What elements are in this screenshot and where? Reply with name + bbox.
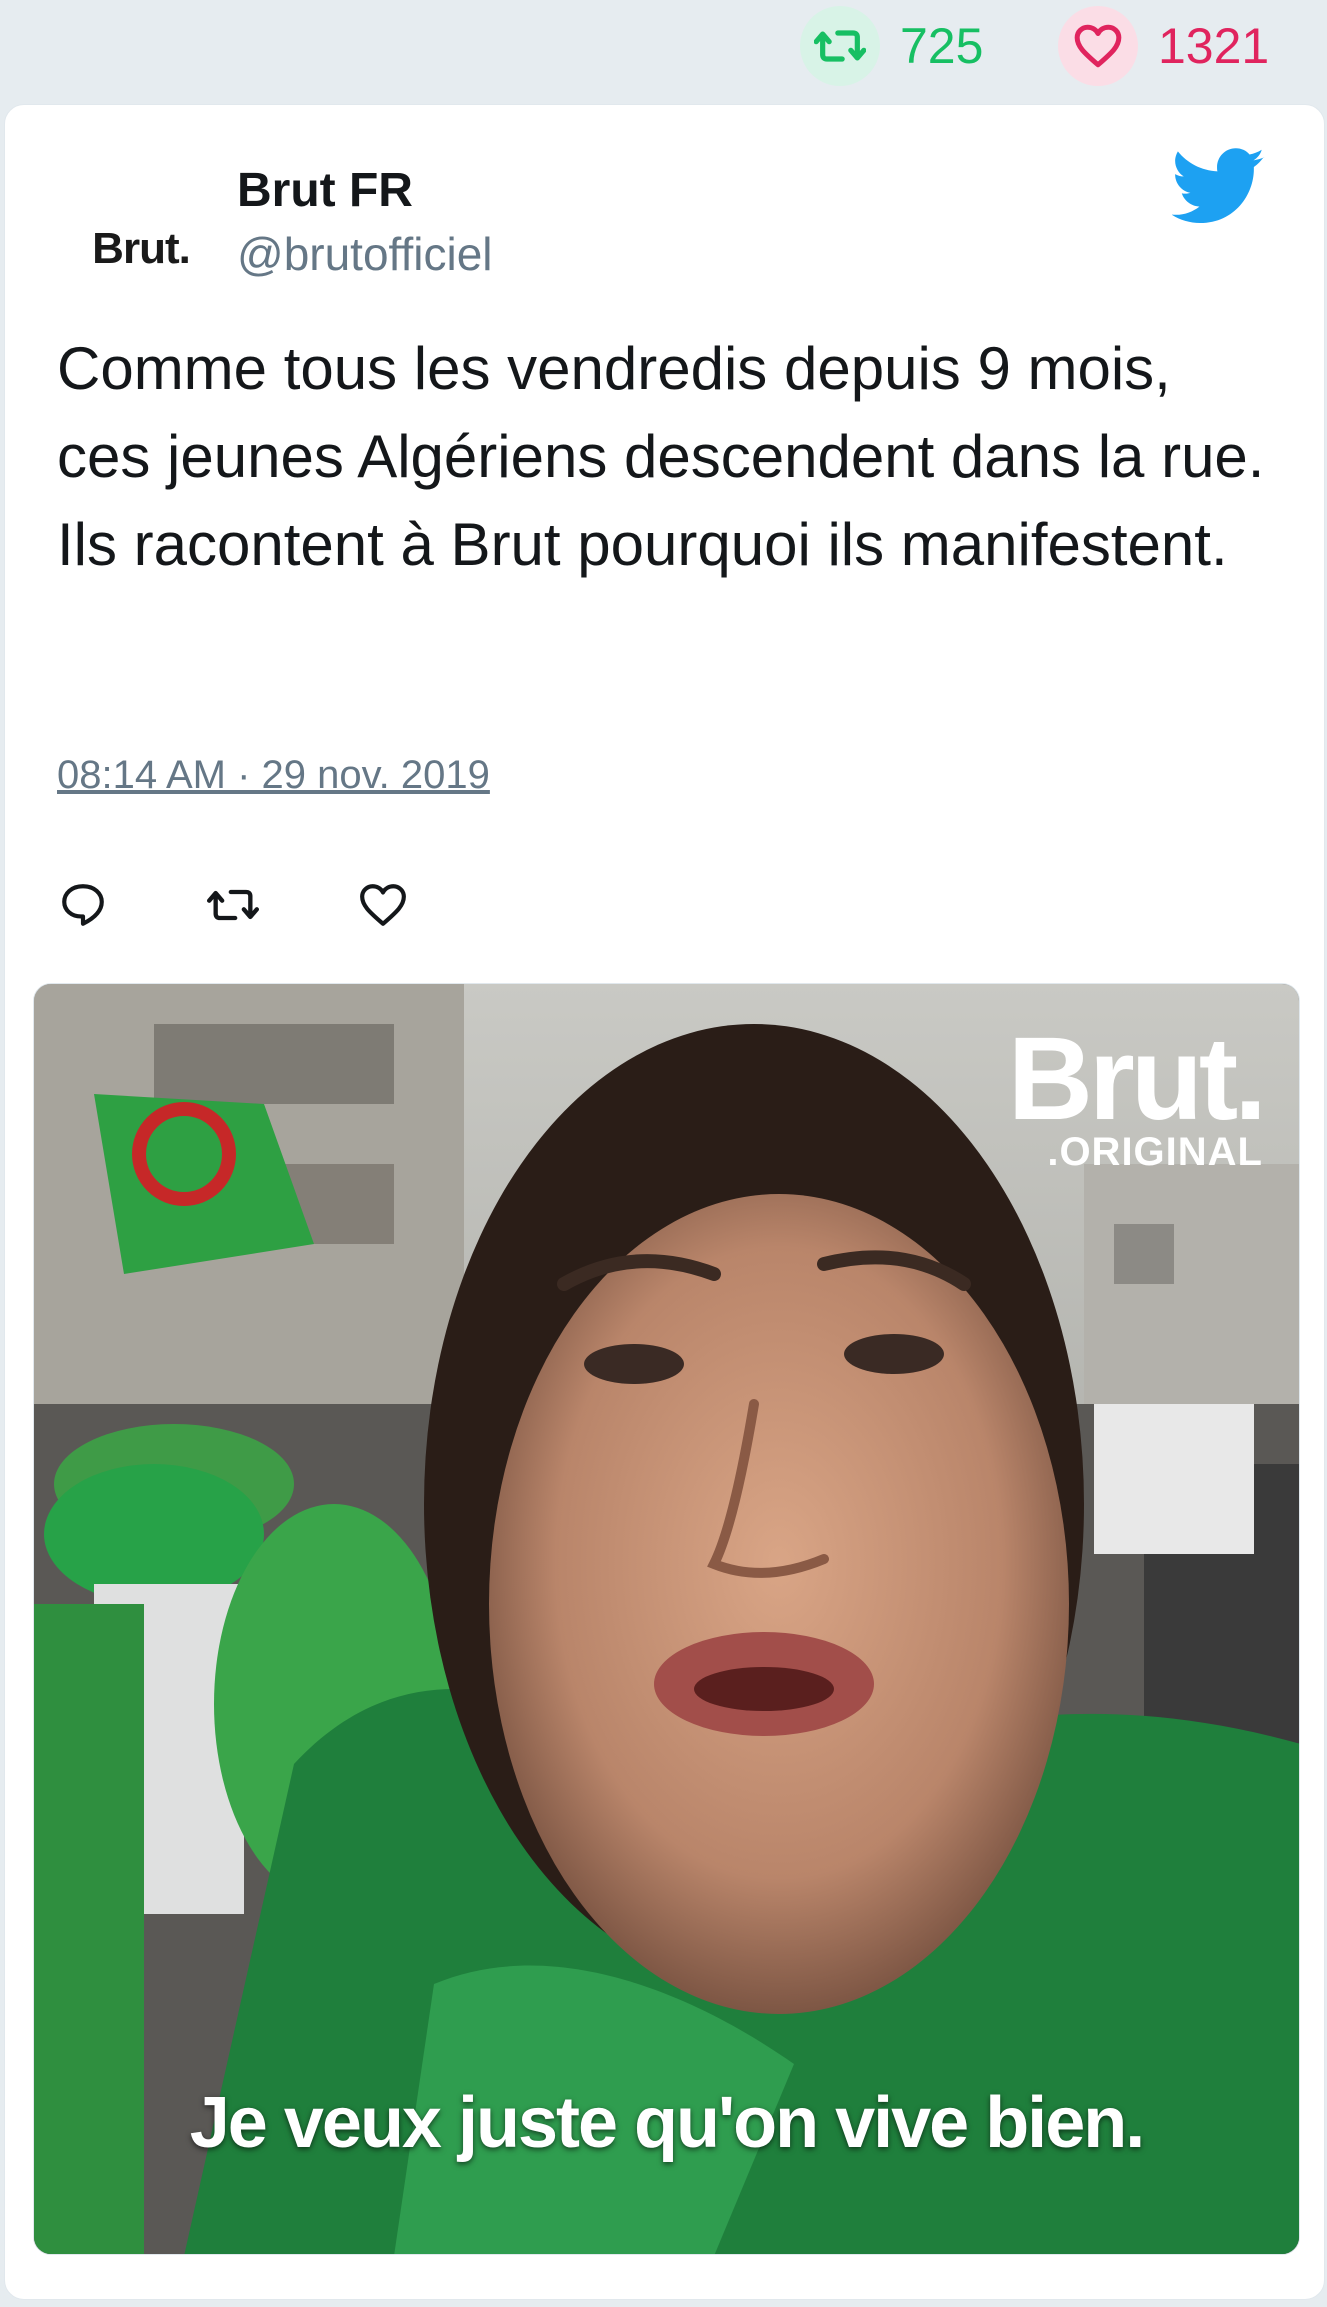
reply-icon[interactable]	[57, 879, 109, 931]
tweet-actions	[57, 855, 507, 955]
brut-original-logo: Brut. .ORIGINAL	[1007, 1013, 1267, 1175]
like-stat[interactable]: 1321	[1058, 6, 1270, 86]
author-handle[interactable]: @brutofficiel	[237, 227, 493, 281]
tweet-stats-bar: 725 1321	[0, 0, 1327, 100]
tweet-card: Brut. Brut FR @brutofficiel Comme tous l…	[4, 104, 1325, 2300]
avatar[interactable]: Brut.	[57, 165, 225, 333]
retweet-count: 725	[900, 18, 984, 74]
tweet-timestamp[interactable]: 08:14 AM · 29 nov. 2019	[57, 753, 490, 798]
retweet-action-icon[interactable]	[207, 879, 259, 931]
retweet-stat[interactable]: 725	[800, 6, 984, 86]
like-count: 1321	[1158, 18, 1270, 74]
video-media[interactable]: Brut. .ORIGINAL Je veux juste qu'on vive…	[33, 983, 1300, 2255]
twitter-bird-icon[interactable]	[1172, 147, 1266, 227]
retweet-icon[interactable]	[800, 6, 880, 86]
heart-icon[interactable]	[1058, 6, 1138, 86]
avatar-logo-text: Brut.	[92, 224, 191, 273]
tweet-text: Comme tous les vendredis depuis 9 mois, …	[57, 335, 1265, 578]
author-name[interactable]: Brut FR	[237, 163, 413, 218]
brut-logo-main: Brut.	[1007, 1013, 1267, 1145]
like-action-icon[interactable]	[357, 879, 409, 931]
video-subtitle: Je veux juste qu'on vive bien.	[189, 2083, 1145, 2163]
